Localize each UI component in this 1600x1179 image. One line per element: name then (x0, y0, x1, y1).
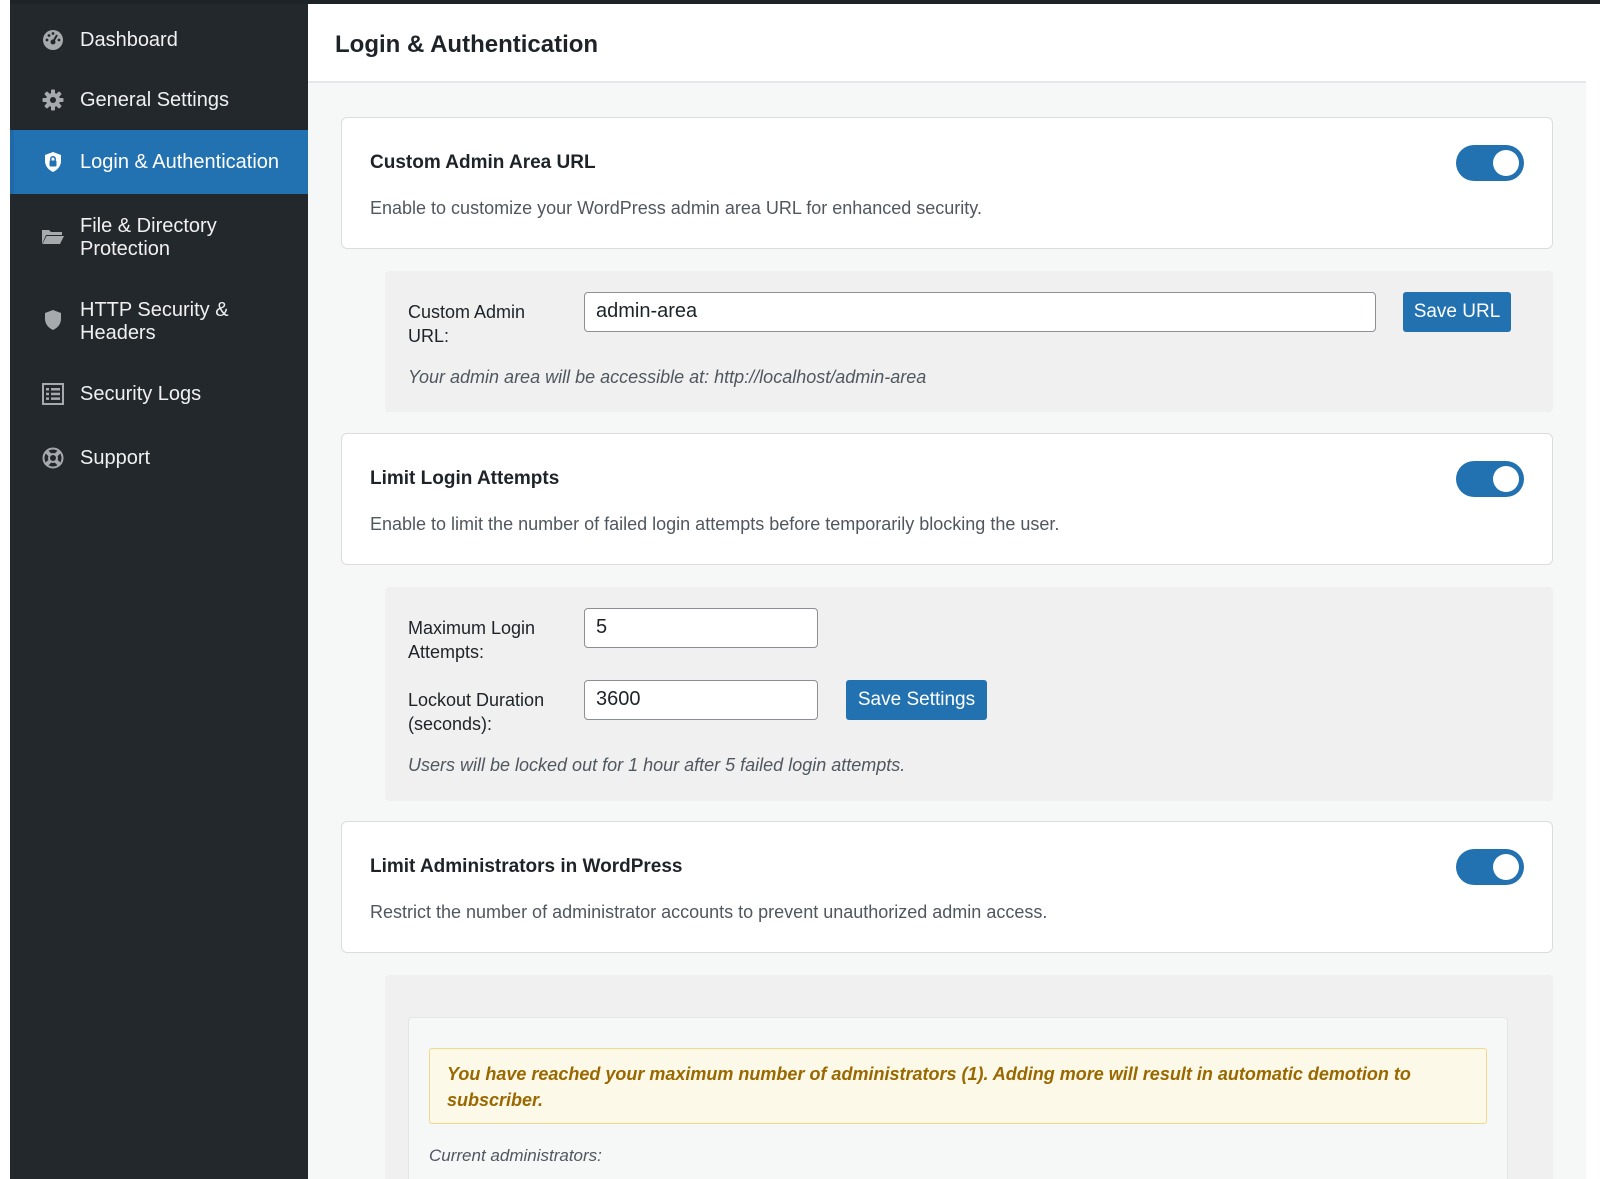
lockout-duration-input[interactable]: 3600 (584, 680, 818, 720)
list-icon (41, 382, 65, 406)
limit-administrators-card: Limit Administrators in WordPress Restri… (341, 821, 1553, 953)
toggle-knob (1493, 854, 1519, 880)
lifebuoy-icon (41, 446, 65, 470)
main-content: Login & Authentication Custom Admin Area… (308, 4, 1586, 1179)
sidebar-item-label: Support (80, 446, 151, 469)
sidebar-item-dashboard[interactable]: Dashboard (10, 10, 308, 70)
limit-login-attempts-card: Limit Login Attempts Enable to limit the… (341, 433, 1553, 565)
sidebar-item-label: Dashboard (80, 28, 178, 51)
sidebar-item-general-settings[interactable]: General Settings (10, 70, 308, 130)
limit-administrators-toggle[interactable] (1456, 849, 1524, 885)
shield-icon (41, 308, 65, 332)
page-header: Login & Authentication (308, 4, 1586, 83)
sidebar-item-http-security[interactable]: HTTP Security & Headers (10, 278, 308, 362)
limit-login-settings: Maximum Login Attempts: 5 Lockout Durati… (385, 587, 1553, 801)
custom-admin-url-hint: Your admin area will be accessible at: h… (408, 367, 927, 387)
toggle-knob (1493, 466, 1519, 492)
toggle-knob (1493, 150, 1519, 176)
sidebar-item-label: General Settings (80, 88, 229, 111)
window-edge-right (1586, 4, 1600, 1179)
notice-text: You have reached your maximum number of … (447, 1064, 1411, 1110)
max-login-attempts-label: Maximum Login Attempts: (408, 616, 535, 664)
max-login-attempts-input[interactable]: 5 (584, 608, 818, 648)
limit-login-attempts-toggle[interactable] (1456, 461, 1524, 497)
limit-login-hint: Users will be locked out for 1 hour afte… (408, 755, 906, 775)
card-title: Custom Admin Area URL (370, 152, 596, 173)
current-administrators-label: Current administrators: (429, 1146, 602, 1165)
page-title: Login & Authentication (335, 31, 599, 58)
card-title: Limit Administrators in WordPress (370, 856, 683, 877)
label-line2: URL: (408, 326, 450, 346)
dashboard-icon (41, 28, 65, 52)
card-title: Limit Login Attempts (370, 468, 560, 489)
active-indicator (10, 130, 14, 194)
sidebar-item-login-authentication[interactable]: Login & Authentication (10, 130, 308, 194)
sidebar-item-label-line1: HTTP Security & (80, 299, 229, 321)
label-line1: Custom Admin (408, 302, 526, 322)
sidebar-item-label: File & Directory Protection (80, 215, 217, 261)
limit-administrators-settings: You have reached your maximum number of … (385, 975, 1553, 1179)
sidebar-item-label: Login & Authentication (80, 150, 280, 173)
sidebar: Dashboard General Settings Login & Authe… (10, 4, 308, 1179)
sidebar-item-support[interactable]: Support (10, 426, 308, 490)
lockout-duration-label: Lockout Duration (seconds): (408, 688, 544, 736)
gear-icon (41, 88, 65, 112)
card-description: Enable to limit the number of failed log… (370, 514, 1060, 534)
custom-admin-url-toggle[interactable] (1456, 145, 1524, 181)
sidebar-item-file-directory[interactable]: File & Directory Protection (10, 194, 308, 278)
save-url-button[interactable]: Save URL (1403, 292, 1511, 332)
label-line2: (seconds): (408, 714, 493, 734)
label-line1: Maximum Login (408, 618, 536, 638)
label-line1: Lockout Duration (408, 690, 545, 710)
folder-icon (41, 224, 65, 248)
sidebar-item-label: HTTP Security & Headers (80, 299, 229, 345)
administrators-box: You have reached your maximum number of … (408, 1017, 1508, 1179)
custom-admin-url-input[interactable]: admin-area (584, 292, 1376, 332)
custom-admin-url-settings: Custom Admin URL: admin-area Save URL Yo… (385, 271, 1553, 412)
sidebar-item-label-line2: Headers (80, 322, 156, 344)
lock-shield-icon (41, 150, 65, 174)
custom-admin-url-label: Custom Admin URL: (408, 300, 525, 348)
card-description: Enable to customize your WordPress admin… (370, 198, 982, 218)
max-admins-notice: You have reached your maximum number of … (429, 1048, 1487, 1124)
save-settings-button[interactable]: Save Settings (846, 680, 987, 720)
card-description: Restrict the number of administrator acc… (370, 902, 1048, 922)
sidebar-item-label-line1: File & Directory (80, 215, 217, 237)
custom-admin-url-card: Custom Admin Area URL Enable to customiz… (341, 117, 1553, 249)
sidebar-item-security-logs[interactable]: Security Logs (10, 362, 308, 426)
window-edge (0, 0, 10, 1179)
sidebar-item-label-line2: Protection (80, 238, 171, 260)
label-line2: Attempts: (408, 642, 485, 662)
sidebar-item-label: Security Logs (80, 382, 202, 405)
